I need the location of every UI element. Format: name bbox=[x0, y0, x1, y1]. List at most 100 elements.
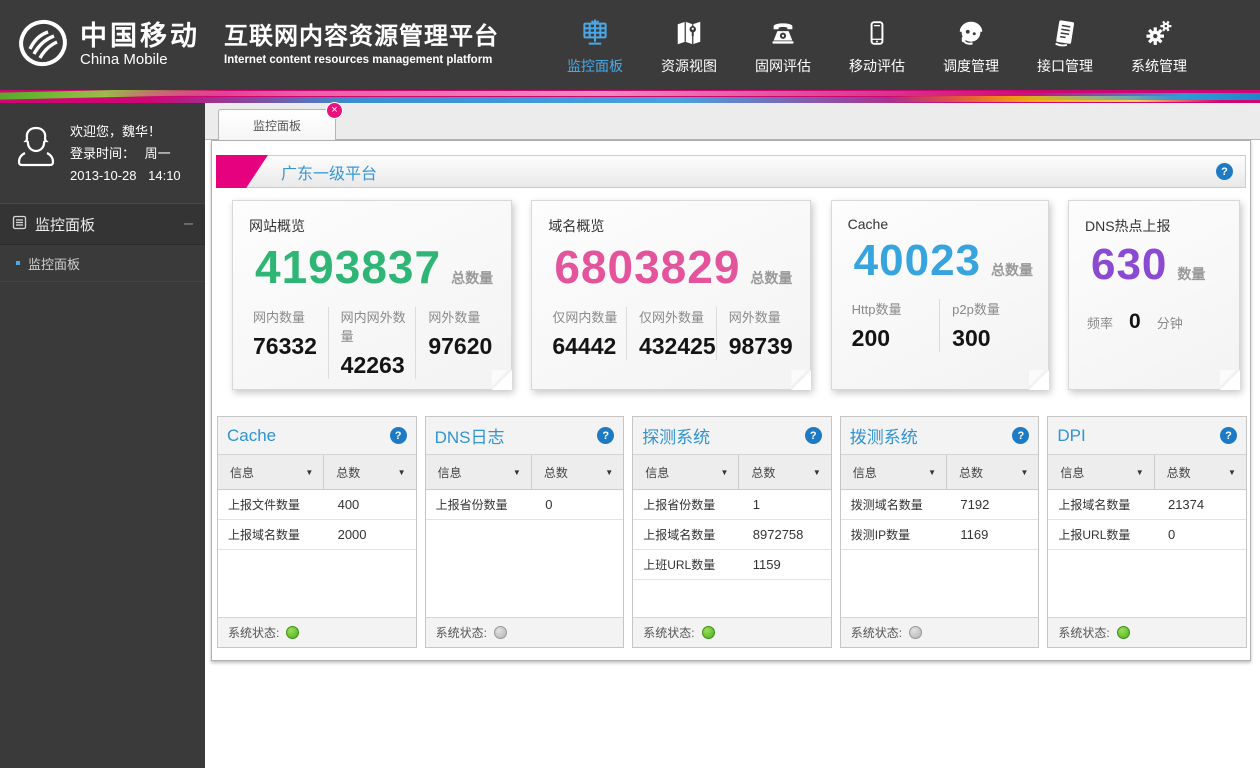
row-value: 8972758 bbox=[737, 527, 831, 542]
column-info-label: 信息 bbox=[438, 464, 462, 481]
card-title: DNS热点上报 bbox=[1069, 201, 1239, 236]
nav-label-monitor: 监控面板 bbox=[567, 56, 623, 76]
nav-item-resources[interactable]: 资源视图 bbox=[660, 15, 718, 76]
row-value: 0 bbox=[529, 497, 623, 512]
chevron-down-icon: ▼ bbox=[605, 468, 613, 477]
document-icon bbox=[1050, 15, 1080, 49]
system-panels-row: Cache?信息▼总数▼上报文件数量400上报域名数量2000系统状态:DNS日… bbox=[212, 390, 1250, 648]
column-header-total[interactable]: 总数▼ bbox=[324, 455, 415, 489]
sub-stat: 网外数量98739 bbox=[716, 307, 803, 360]
row-value: 2000 bbox=[322, 527, 416, 542]
main-nav: 监控面板 资源视图固网评估移动评估调度管理接口管理 系统管理 bbox=[566, 15, 1260, 76]
row-value: 0 bbox=[1152, 527, 1246, 542]
chevron-down-icon: ▼ bbox=[305, 468, 313, 477]
sub-stat-value: 76332 bbox=[253, 333, 328, 360]
panel-header: Cache? bbox=[218, 417, 416, 455]
row-label: 上报URL数量 bbox=[1048, 526, 1152, 543]
column-header-info[interactable]: 信息 ▼ bbox=[218, 455, 324, 489]
stat-card-website: 网站概览4193837总数量网内数量76332网内网外数量42263网外数量97… bbox=[232, 200, 512, 390]
column-total-label: 总数 bbox=[751, 464, 775, 481]
column-info-label: 信息 bbox=[853, 464, 877, 481]
chevron-down-icon: ▼ bbox=[1020, 468, 1028, 477]
panel-header: DNS日志? bbox=[426, 417, 624, 455]
panel-column-headers: 信息▼总数▼ bbox=[633, 455, 831, 490]
brand-name-zh: 中国移动 bbox=[80, 21, 200, 51]
brand-block: 中国移动 China Mobile 互联网内容资源管理平台 Internet c… bbox=[0, 16, 499, 75]
card-sub-stats: 网内数量76332网内网外数量42263网外数量97620 bbox=[233, 307, 511, 379]
nav-item-interface[interactable]: 接口管理 bbox=[1036, 15, 1094, 76]
login-label: 登录时间： bbox=[70, 146, 135, 161]
frequency-row: 频率0分钟 bbox=[1069, 310, 1239, 334]
sidebar-menu-monitor-group[interactable]: 监控面板 – bbox=[0, 203, 205, 245]
help-icon[interactable]: ? bbox=[805, 427, 822, 444]
sub-stat: 仅网内数量64442 bbox=[540, 307, 626, 360]
help-icon[interactable]: ? bbox=[1012, 427, 1029, 444]
table-row: 上报文件数量400 bbox=[218, 490, 416, 520]
card-sub-stats: 仅网内数量64442仅网外数量432425网外数量98739 bbox=[532, 307, 810, 360]
sub-stat: 网内网外数量42263 bbox=[328, 307, 416, 379]
magenta-flag-decoration bbox=[216, 155, 268, 188]
panel-status-bar: 系统状态: bbox=[1048, 617, 1246, 647]
nav-item-dispatch[interactable]: 调度管理 bbox=[942, 15, 1000, 76]
help-icon[interactable]: ? bbox=[390, 427, 407, 444]
row-value: 1169 bbox=[944, 527, 1038, 542]
row-value: 1159 bbox=[737, 557, 831, 572]
close-icon[interactable]: × bbox=[326, 102, 343, 119]
column-total-label: 总数 bbox=[544, 464, 568, 481]
column-info-label: 信息 bbox=[230, 464, 254, 481]
column-header-total[interactable]: 总数▼ bbox=[739, 455, 830, 489]
column-header-info[interactable]: 信息▼ bbox=[633, 455, 739, 489]
nav-label-interface: 接口管理 bbox=[1037, 56, 1093, 76]
row-label: 上报域名数量 bbox=[218, 526, 322, 543]
nav-item-system[interactable]: 系统管理 bbox=[1130, 15, 1188, 76]
status-label: 系统状态: bbox=[643, 624, 694, 641]
panel-status-bar: 系统状态: bbox=[633, 617, 831, 647]
headset-icon bbox=[956, 15, 986, 49]
help-icon[interactable]: ? bbox=[597, 427, 614, 444]
chevron-down-icon: ▼ bbox=[513, 468, 521, 477]
stat-cards-row: 网站概览4193837总数量网内数量76332网内网外数量42263网外数量97… bbox=[212, 188, 1250, 390]
panel-dns-log: DNS日志?信息▼总数▼上报省份数量0系统状态: bbox=[425, 416, 625, 648]
column-header-total[interactable]: 总数 ▼ bbox=[532, 455, 623, 489]
submenu: 监控面板 bbox=[0, 245, 205, 282]
row-label: 上报域名数量 bbox=[633, 526, 737, 543]
card-total-row: 630数量 bbox=[1069, 240, 1239, 290]
row-label: 拨测IP数量 bbox=[841, 526, 945, 543]
tab-monitor-panel[interactable]: 监控面板 × bbox=[218, 109, 336, 140]
column-header-info[interactable]: 信息 ▼ bbox=[426, 455, 532, 489]
row-value: 1 bbox=[737, 497, 831, 512]
nav-item-mobile-eval[interactable]: 移动评估 bbox=[848, 15, 906, 76]
login-day: 周一 bbox=[145, 146, 171, 161]
card-title: Cache bbox=[832, 201, 1048, 232]
column-header-total[interactable]: 总数▼ bbox=[1155, 455, 1246, 489]
sidebar-item-monitor-0[interactable]: 监控面板 bbox=[0, 245, 205, 282]
row-label: 上报省份数量 bbox=[633, 496, 737, 513]
nav-item-monitor[interactable]: 监控面板 bbox=[566, 15, 624, 76]
panel-dial-test: 拨测系统?信息▼总数▼拨测域名数量7192拨测IP数量1169系统状态: bbox=[840, 416, 1040, 648]
stat-card-dns-hot: DNS热点上报 630数量频率0分钟 bbox=[1068, 200, 1240, 390]
status-label: 系统状态: bbox=[1058, 624, 1109, 641]
column-header-info[interactable]: 信息▼ bbox=[1048, 455, 1154, 489]
column-header-total[interactable]: 总数▼ bbox=[947, 455, 1038, 489]
collapse-icon[interactable]: – bbox=[184, 215, 193, 233]
sub-stat-label: 网内数量 bbox=[253, 307, 328, 326]
stat-card-cache: Cache40023总数量Http数量200p2p数量300 bbox=[831, 200, 1049, 390]
help-icon[interactable]: ? bbox=[1216, 163, 1233, 180]
table-row: 拨测域名数量7192 bbox=[841, 490, 1039, 520]
column-header-info[interactable]: 信息▼ bbox=[841, 455, 947, 489]
card-total-label: 总数量 bbox=[991, 260, 1033, 280]
login-time: 14:10 bbox=[148, 168, 181, 183]
gears-icon bbox=[1144, 15, 1174, 49]
sidebar: 欢迎您，魏华！ 登录时间： 周一 2013-10-28 14:10 监控面板 –… bbox=[0, 103, 205, 768]
panel-title: 拨测系统 bbox=[850, 423, 1013, 448]
platform-title-zh: 互联网内容资源管理平台 bbox=[224, 22, 499, 52]
nav-item-fixed-eval[interactable]: 固网评估 bbox=[754, 15, 812, 76]
row-label: 上报文件数量 bbox=[218, 496, 322, 513]
card-total-value: 4193837 bbox=[255, 240, 441, 294]
sub-stat: 网内数量 76332 bbox=[241, 307, 328, 379]
panel-column-headers: 信息▼总数▼ bbox=[841, 455, 1039, 490]
help-icon[interactable]: ? bbox=[1220, 427, 1237, 444]
table-row: 拨测IP数量1169 bbox=[841, 520, 1039, 550]
menu-group-label: 监控面板 bbox=[35, 214, 95, 235]
table-row: 上报省份数量1 bbox=[633, 490, 831, 520]
